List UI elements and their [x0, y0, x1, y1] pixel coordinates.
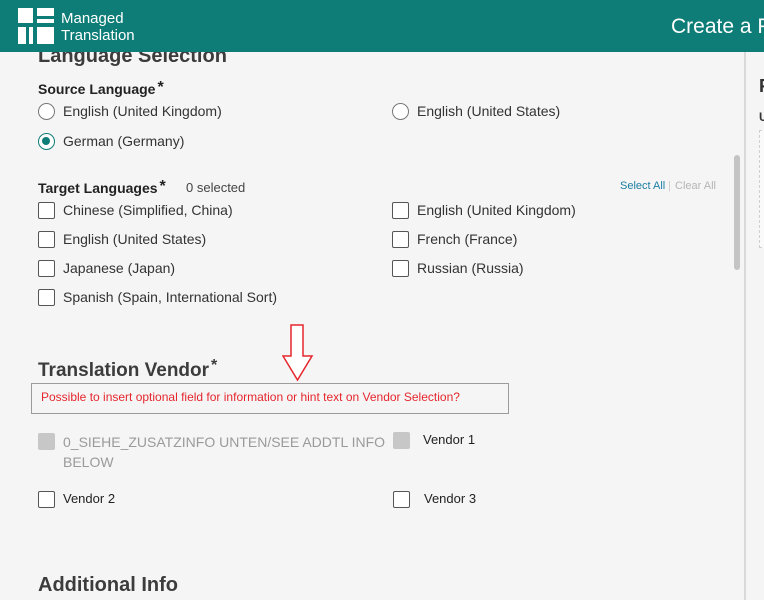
vendor-option-vendor-1[interactable]: Vendor 1 [393, 432, 475, 449]
language-selection-heading: Language Selection [38, 52, 227, 67]
target-option-label: Spanish (Spain, International Sort) [63, 289, 278, 305]
annotation-down-arrow-icon [282, 324, 314, 382]
vendor-option-label: Vendor 2 [63, 491, 116, 506]
target-option-label: French (France) [417, 231, 518, 247]
vendor-option-label: Vendor 3 [424, 491, 477, 506]
radio-icon[interactable] [38, 103, 55, 120]
vendor-option-vendor-2[interactable]: Vendor 2 [38, 491, 115, 508]
clear-all-link[interactable]: Clear All [675, 180, 716, 192]
target-selected-count: 0 selected [186, 180, 246, 195]
vendor-option-label: Vendor 1 [423, 432, 476, 447]
source-language-label: Source Language * [38, 79, 164, 97]
translation-vendor-heading: Translation Vendor * [38, 357, 217, 382]
annotation-callout-text: Possible to insert optional field for in… [41, 390, 460, 404]
page-title: Create a P [671, 15, 764, 38]
target-option-label: Chinese (Simplified, China) [63, 202, 233, 218]
brand-line-2: Translation [61, 27, 135, 44]
vertical-scrollbar-thumb[interactable] [734, 155, 740, 270]
vendor-option-label: 0_SIEHE_ZUSATZINFO UNTEN/SEE ADDTL INFO … [63, 432, 385, 472]
checkbox-icon[interactable] [392, 202, 409, 219]
checkbox-icon[interactable] [38, 202, 55, 219]
translation-vendor-heading-text: Translation Vendor [38, 360, 210, 381]
target-option-fr-fr[interactable]: French (France) [392, 231, 517, 248]
target-option-en-us[interactable]: English (United States) [38, 231, 206, 248]
target-languages-label-text: Target Languages [38, 180, 158, 196]
source-option-en-gb[interactable]: English (United Kingdom) [38, 103, 222, 120]
brand-line-1: Managed [61, 10, 124, 27]
checkbox-icon[interactable] [38, 491, 55, 508]
checkbox-icon[interactable] [38, 289, 55, 306]
form-scroll-area[interactable]: Language Selection Source Language * Engl… [0, 52, 744, 600]
target-option-ru-ru[interactable]: Russian (Russia) [392, 260, 524, 277]
target-languages-label: Target Languages * [38, 178, 166, 196]
checkbox-icon[interactable] [392, 231, 409, 248]
select-all-link[interactable]: Select All [620, 180, 665, 192]
annotation-callout-box: Possible to insert optional field for in… [31, 383, 509, 414]
source-option-en-us[interactable]: English (United States) [392, 103, 560, 120]
right-panel-heading: F [759, 76, 764, 97]
source-option-de-de[interactable]: German (Germany) [38, 133, 184, 150]
target-option-label: English (United Kingdom) [417, 202, 576, 218]
additional-info-heading: Additional Info [38, 574, 178, 596]
right-side-panel: F U [744, 52, 764, 600]
target-option-es-es[interactable]: Spanish (Spain, International Sort) [38, 289, 277, 306]
checkbox-disabled-icon[interactable] [393, 432, 410, 449]
app-header: Managed Translation Create a P [0, 0, 764, 52]
brand-name: Managed Translation [61, 10, 135, 44]
vendor-option-label-line-2: BELOW [63, 454, 114, 470]
target-option-ja-jp[interactable]: Japanese (Japan) [38, 260, 175, 277]
target-option-en-gb[interactable]: English (United Kingdom) [392, 202, 576, 219]
vendor-option-label-line-1: 0_SIEHE_ZUSATZINFO UNTEN/SEE ADDTL INFO [63, 434, 386, 450]
radio-icon[interactable] [392, 103, 409, 120]
radio-selected-icon[interactable] [38, 133, 55, 150]
vendor-option-vendor-3[interactable]: Vendor 3 [393, 491, 476, 508]
checkbox-disabled-icon[interactable] [38, 433, 55, 450]
target-option-zh-cn[interactable]: Chinese (Simplified, China) [38, 202, 233, 219]
source-language-label-text: Source Language [38, 81, 156, 97]
checkbox-icon[interactable] [392, 260, 409, 277]
target-option-label: English (United States) [63, 231, 207, 247]
link-separator: | [668, 180, 671, 192]
source-option-label: English (United Kingdom) [63, 103, 222, 119]
required-asterisk: * [159, 178, 166, 195]
source-option-label: German (Germany) [63, 133, 185, 149]
source-option-label: English (United States) [417, 103, 561, 119]
managed-translation-logo-icon[interactable] [18, 8, 54, 44]
required-asterisk: * [211, 357, 218, 374]
checkbox-icon[interactable] [38, 260, 55, 277]
target-option-label: Japanese (Japan) [63, 260, 176, 276]
required-asterisk: * [157, 79, 164, 96]
right-panel-label: U [759, 110, 764, 124]
checkbox-icon[interactable] [393, 491, 410, 508]
target-option-label: Russian (Russia) [417, 260, 524, 276]
checkbox-icon[interactable] [38, 231, 55, 248]
vendor-option-siehe-zusatzinfo[interactable]: 0_SIEHE_ZUSATZINFO UNTEN/SEE ADDTL INFO … [38, 432, 385, 472]
upload-drop-zone[interactable] [759, 130, 764, 248]
